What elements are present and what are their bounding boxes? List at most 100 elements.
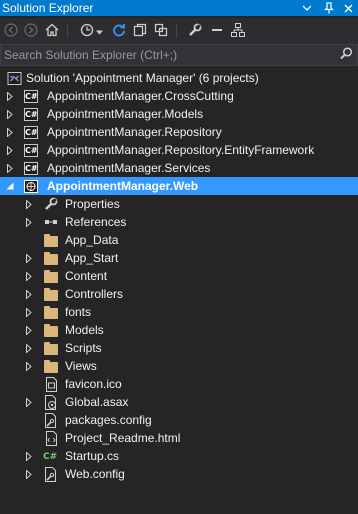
tree-node-label: AppointmentManager.Web [47,179,199,193]
collapse-arrow-icon[interactable] [5,177,15,195]
web-config-icon [43,466,59,482]
toolbar-separator [67,24,68,38]
expand-arrow-icon[interactable] [24,321,34,339]
expand-arrow-icon[interactable] [24,213,34,231]
tree-node-label: Global.asax [65,395,129,409]
tree-node-project[interactable]: C# AppointmentManager.CrossCutting [0,87,358,105]
back-button[interactable] [2,22,20,40]
tree-node-label: AppointmentManager.Repository.EntityFram… [47,143,315,157]
tree-node-file[interactable]: C# Startup.cs [0,447,358,465]
folder-icon [43,358,59,374]
close-icon[interactable] [341,0,355,16]
expand-arrow-icon[interactable] [24,339,34,357]
tree-node-file[interactable]: Global.asax [0,393,358,411]
expand-arrow-icon[interactable] [5,123,15,141]
show-all-files-button[interactable] [152,22,170,40]
tree-node-label: Properties [65,197,120,211]
tree-node-label: packages.config [65,413,152,427]
properties-button[interactable] [186,22,204,40]
expand-arrow-icon[interactable] [5,87,15,105]
title-bar: Solution Explorer [0,0,358,16]
expand-arrow-icon[interactable] [5,105,15,123]
svg-text:C#: C# [43,452,57,462]
sync-button[interactable] [110,22,128,40]
search-button[interactable] [337,46,355,64]
tree-node-folder[interactable]: Views [0,357,358,375]
expand-arrow-icon[interactable] [24,267,34,285]
global-asax-icon [43,394,59,410]
toolbar-separator [176,24,177,38]
tree-node-folder[interactable]: Controllers [0,285,358,303]
csharp-file-icon: C# [43,448,59,464]
expand-arrow-icon[interactable] [5,159,15,177]
folder-icon [43,286,59,302]
expand-arrow-icon[interactable] [24,393,34,411]
window-title: Solution Explorer [2,1,94,15]
tree-node-label: Project_Readme.html [65,431,181,445]
copy-pages-icon [133,23,147,40]
expand-arrow-icon[interactable] [5,141,15,159]
tree-node-folder[interactable]: Models [0,321,358,339]
expand-arrow-icon[interactable] [24,249,34,267]
tree-node-file[interactable]: Web.config [0,465,358,483]
tree-node-label: Web.config [65,467,125,481]
expand-arrow-icon[interactable] [24,447,34,465]
tree-node-label: Startup.cs [65,449,120,463]
stacked-files-icon [154,23,168,40]
web-project-icon [23,178,39,194]
expand-arrow-icon[interactable] [24,285,34,303]
tree-node-label: App_Data [65,233,119,247]
tree-node-project[interactable]: C# AppointmentManager.Models [0,105,358,123]
csharp-project-icon: C# [24,125,38,139]
tree-node-file[interactable]: packages.config [0,411,358,429]
forward-button[interactable] [22,22,40,40]
tree-node-file[interactable]: Project_Readme.html [0,429,358,447]
expand-arrow-icon[interactable] [24,195,34,213]
tree-node-solution[interactable]: Solution 'Appointment Manager' (6 projec… [0,69,358,87]
tree-node-project[interactable]: C# AppointmentManager.Repository [0,123,358,141]
tree-node-label: Controllers [65,287,124,301]
tree-node-folder[interactable]: App_Data [0,231,358,249]
pin-icon[interactable] [322,0,336,16]
tree-node-label: AppointmentManager.CrossCutting [47,89,234,103]
tree-node-label: Scripts [65,341,102,355]
dropdown-icon[interactable] [300,0,314,16]
tree-node-label: References [65,215,127,229]
forward-icon [24,22,38,40]
filter-dropdown-button[interactable] [94,22,104,40]
class-diagram-button[interactable] [229,22,247,40]
tree-node-folder[interactable]: App_Start [0,249,358,267]
tree-node-project-selected[interactable]: AppointmentManager.Web [0,177,358,195]
tree-node-label: Models [65,323,104,337]
search-input[interactable] [1,45,331,65]
tree-node-project[interactable]: C# AppointmentManager.Services [0,159,358,177]
collapse-all-button[interactable] [131,22,149,40]
expand-arrow-icon[interactable] [24,357,34,375]
tree-node-file[interactable]: favicon.ico [0,375,358,393]
clock-icon [80,23,94,40]
tree-node-project[interactable]: C# AppointmentManager.Repository.EntityF… [0,141,358,159]
tree-node-folder[interactable]: Scripts [0,339,358,357]
chevron-down-icon [95,24,103,38]
tree-node-folder[interactable]: Content [0,267,358,285]
config-file-icon [43,412,59,428]
preview-selected-items-button[interactable] [208,22,226,40]
tree-node-folder[interactable]: fonts [0,303,358,321]
folder-icon [43,250,59,266]
search-box [0,44,358,66]
home-button[interactable] [43,22,61,40]
tree-node-label: App_Start [65,251,119,265]
back-icon [4,22,18,40]
folder-icon [43,232,59,248]
wrench-icon [43,196,59,212]
tree-node-references[interactable]: References [0,213,358,231]
wrench-icon [188,23,202,40]
csharp-project-icon: C# [24,89,38,103]
tree-node-label: AppointmentManager.Models [47,107,204,121]
tree-node-label: Solution 'Appointment Manager' (6 projec… [26,71,259,85]
csharp-project-icon: C# [24,107,38,121]
csharp-project-icon: C# [24,143,38,157]
expand-arrow-icon[interactable] [24,465,34,483]
tree-node-properties[interactable]: Properties [0,195,358,213]
expand-arrow-icon[interactable] [24,303,34,321]
